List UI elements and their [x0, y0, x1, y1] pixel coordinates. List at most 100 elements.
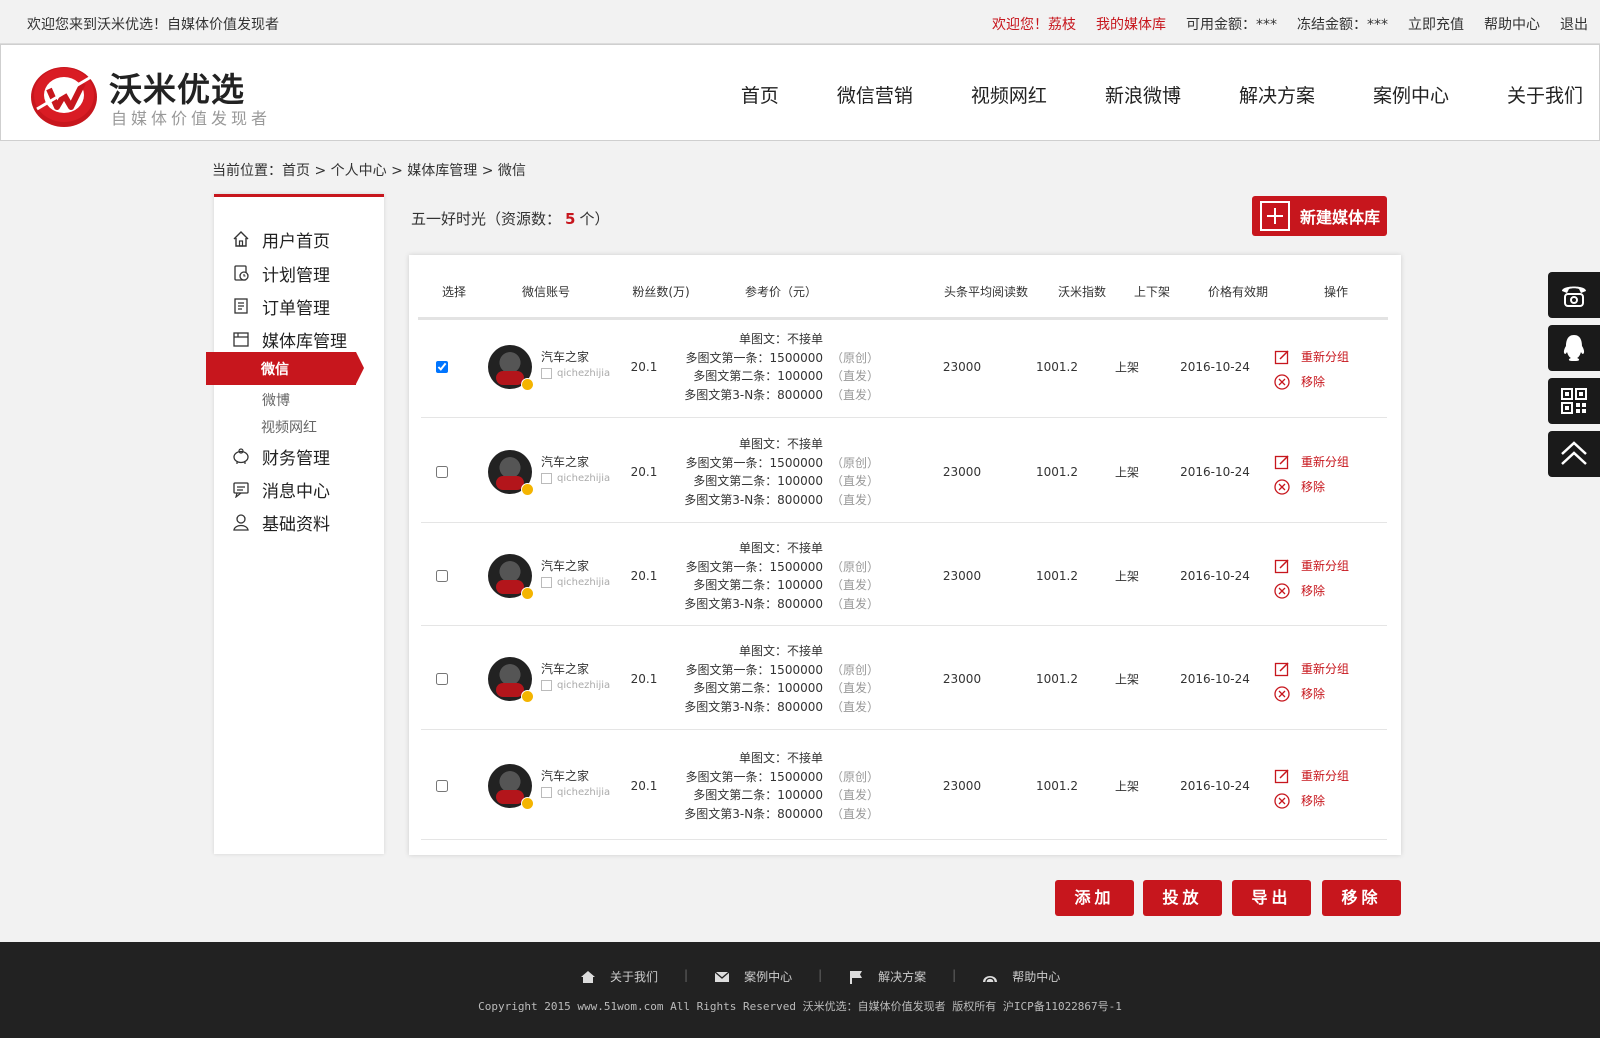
my-media-link[interactable]: 我的媒体库	[1096, 14, 1166, 34]
account-name[interactable]: 汽车之家	[541, 348, 589, 365]
price-valid-date: 2016-10-24	[1180, 569, 1250, 583]
remove-link[interactable]: 移除	[1274, 582, 1325, 599]
edit-icon	[1274, 454, 1289, 469]
nav-home[interactable]: 首页	[741, 81, 779, 108]
fans-count: 20.1	[630, 672, 658, 686]
sidebar-subitem-video[interactable]: 视频网红	[261, 417, 317, 437]
group-suffix: 个）	[579, 210, 610, 228]
price-rest-tag: （直发）	[831, 596, 880, 611]
new-media-library-label: 新建媒体库	[1300, 208, 1381, 227]
listing-status: 上架	[1114, 360, 1140, 375]
account-avatar[interactable]	[488, 764, 534, 810]
export-button[interactable]: 导出	[1232, 880, 1311, 916]
sidebar-item-finance[interactable]: 财务管理	[232, 444, 330, 469]
edit-icon	[1274, 661, 1289, 676]
nav-wechat-marketing[interactable]: 微信营销	[837, 81, 913, 108]
price-second: 多图文第二条：100000	[693, 369, 823, 383]
row-select-checkbox[interactable]	[436, 673, 448, 685]
account-avatar[interactable]	[488, 554, 534, 600]
nav-solutions[interactable]: 解决方案	[1239, 81, 1315, 108]
row-select-checkbox[interactable]	[436, 466, 448, 478]
footer-link-label: 解决方案	[878, 970, 927, 984]
account-avatar[interactable]	[488, 657, 534, 703]
price-second: 多图文第二条：100000	[693, 578, 823, 592]
footer-link-about[interactable]: 关于我们	[580, 968, 658, 985]
logout-link[interactable]: 退出	[1560, 14, 1588, 34]
row-select-checkbox[interactable]	[436, 780, 448, 792]
account-name[interactable]: 汽车之家	[541, 660, 589, 677]
regroup-link[interactable]: 重新分组	[1274, 767, 1349, 784]
footer-link-solutions[interactable]: 解决方案	[848, 968, 926, 985]
sidebar-item-plan[interactable]: 计划管理	[232, 261, 330, 286]
account-id: qichezhijia	[541, 473, 610, 484]
qrcode-button[interactable]	[1548, 378, 1600, 424]
mail-icon	[714, 971, 730, 982]
plus-icon	[1260, 201, 1290, 231]
avatar-image	[496, 476, 524, 490]
account-name[interactable]: 汽车之家	[541, 453, 589, 470]
price-second-tag: （直发）	[831, 369, 880, 383]
price-valid-date: 2016-10-24	[1180, 465, 1250, 479]
regroup-link[interactable]: 重新分组	[1274, 557, 1349, 574]
avg-reads: 23000	[942, 672, 982, 686]
regroup-link[interactable]: 重新分组	[1274, 453, 1349, 470]
copyright: Copyright 2015 www.51wom.com All Rights …	[478, 1000, 1122, 1013]
sidebar-item-user-home[interactable]: 用户首页	[232, 227, 330, 252]
regroup-link[interactable]: 重新分组	[1274, 348, 1349, 365]
remove-link[interactable]: 移除	[1274, 685, 1325, 702]
edit-icon	[1274, 768, 1289, 783]
deliver-button[interactable]: 投放	[1143, 880, 1222, 916]
nav-cases[interactable]: 案例中心	[1373, 81, 1449, 108]
remove-label: 移除	[1301, 480, 1326, 494]
regroup-link[interactable]: 重新分组	[1274, 660, 1349, 677]
account-name[interactable]: 汽车之家	[541, 557, 589, 574]
remove-button[interactable]: 移除	[1322, 880, 1401, 916]
sidebar-item-label: 财务管理	[262, 448, 330, 469]
price-single: 单图文：不接单	[738, 644, 823, 658]
site-logo[interactable]: 沃米优选 自媒体价值发现者	[29, 59, 289, 129]
nav-video[interactable]: 视频网红	[971, 81, 1047, 108]
verified-badge-icon	[521, 797, 534, 810]
price-valid-date: 2016-10-24	[1180, 672, 1250, 686]
greeting-link[interactable]: 欢迎您！荔枝	[992, 14, 1076, 34]
table-row: 汽车之家 qichezhijia 20.1 单图文：不接单 多图文第一条：1500000…	[421, 628, 1387, 730]
account-avatar[interactable]	[488, 450, 534, 496]
price-first: 多图文第一条：1500000	[685, 559, 823, 574]
recharge-link[interactable]: 立即充值	[1408, 14, 1464, 34]
back-to-top-button[interactable]	[1548, 431, 1600, 477]
account-name[interactable]: 汽车之家	[541, 767, 589, 784]
sidebar-item-profile[interactable]: 基础资料	[232, 510, 330, 535]
footer-link-help[interactable]: 帮助中心	[982, 968, 1060, 985]
account-avatar[interactable]	[488, 345, 534, 391]
phone-button[interactable]	[1548, 272, 1600, 318]
price-first: 多图文第一条：1500000	[685, 662, 823, 677]
sidebar-item-media[interactable]: 媒体库管理	[232, 327, 347, 352]
sidebar-item-order[interactable]: 订单管理	[232, 294, 330, 319]
helmet-icon	[983, 975, 998, 982]
sidebar-item-label: 消息中心	[262, 481, 330, 502]
col-select: 选择	[441, 285, 467, 299]
new-media-library-button[interactable]: 新建媒体库	[1252, 196, 1387, 236]
remove-icon	[1274, 582, 1290, 599]
price-list: 单图文：不接单 多图文第一条：1500000 （原创） 多图文第二条：100000 （直…	[671, 749, 879, 823]
group-name: 五一好时光（资源数：	[411, 210, 562, 228]
nav-weibo[interactable]: 新浪微博	[1105, 81, 1181, 108]
wom-index: 1001.2	[1036, 569, 1078, 583]
avatar-image	[496, 683, 524, 697]
add-button[interactable]: 添加	[1055, 880, 1134, 916]
qq-button[interactable]	[1548, 325, 1600, 371]
nav-about[interactable]: 关于我们	[1507, 81, 1583, 108]
footer-link-cases[interactable]: 案例中心	[714, 968, 792, 985]
help-link[interactable]: 帮助中心	[1484, 14, 1540, 34]
floating-toolbar	[1548, 272, 1600, 484]
row-select-checkbox[interactable]	[436, 361, 448, 373]
price-rest: 多图文第3-N条：800000	[684, 387, 823, 402]
row-select-checkbox[interactable]	[436, 570, 448, 582]
remove-link[interactable]: 移除	[1274, 792, 1325, 809]
remove-link[interactable]: 移除	[1274, 373, 1325, 390]
sidebar-subitem-wechat[interactable]: 微信	[206, 352, 364, 385]
sidebar-item-message[interactable]: 消息中心	[232, 477, 330, 502]
sidebar-subitem-weibo[interactable]: 微博	[262, 390, 290, 410]
price-second-tag: （直发）	[831, 474, 880, 488]
remove-link[interactable]: 移除	[1274, 478, 1325, 495]
